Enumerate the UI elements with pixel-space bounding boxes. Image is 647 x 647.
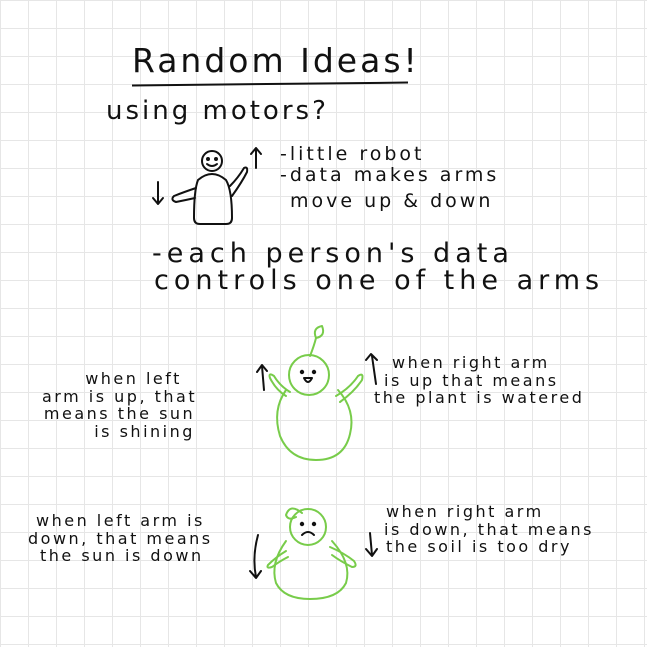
robot-body <box>193 173 233 225</box>
plant-left-arm-up <box>268 373 291 397</box>
robot-left-arm <box>171 187 197 203</box>
caption-line: the sun is down <box>40 546 204 566</box>
up-arrow-icon <box>250 147 262 169</box>
robot-note-1: -little robot <box>280 143 425 165</box>
caption-line: the plant is watered <box>374 388 585 408</box>
plant-right-arm-up <box>335 373 364 403</box>
sprout-stem <box>309 337 317 357</box>
caption-line: is shining <box>94 421 195 441</box>
caption-line: arm is up, that <box>42 386 198 406</box>
plant-head <box>289 508 327 546</box>
sad-right-caption: when right arm is down, that means the s… <box>384 503 594 556</box>
down-arrow-icon <box>152 181 164 205</box>
robot-head <box>201 150 223 172</box>
caption-line: when right arm <box>392 353 550 372</box>
caption-line: when left arm is <box>36 511 205 530</box>
sprout-leaf <box>313 325 325 339</box>
open-mouth <box>303 377 313 383</box>
caption-line: is down, that means <box>384 519 594 539</box>
caption-line: when right arm <box>386 502 544 521</box>
robot-note-3: move up & down <box>290 190 494 212</box>
frown-mouth <box>301 531 315 536</box>
caption-line: when left <box>85 369 182 388</box>
page-title: Random Ideas! <box>132 41 420 80</box>
subtitle: using motors? <box>106 96 329 126</box>
right-down-arrow-icon <box>365 532 378 557</box>
caption-line: down, that means <box>28 528 213 548</box>
caption-line: is up that means <box>384 370 559 390</box>
robot-right-arm <box>229 166 249 197</box>
plant-body <box>276 389 353 461</box>
caption-line: means the sun <box>43 404 196 424</box>
left-down-arrow-icon <box>249 534 262 579</box>
robot-figure <box>152 147 262 225</box>
left-up-arrow-icon <box>256 364 268 391</box>
caption-line: the soil is too dry <box>386 537 572 557</box>
plant-head <box>288 354 330 396</box>
person-note-1: -each person's data <box>152 238 514 269</box>
sad-left-caption: when left arm is down, that means the su… <box>28 512 213 565</box>
happy-plant-figure <box>256 325 378 461</box>
person-note-2: controls one of the arms <box>154 265 605 296</box>
happy-right-caption: when right arm is up that means the plan… <box>374 354 584 407</box>
happy-left-caption: when left arm is up, that means the sun … <box>42 370 197 440</box>
sad-plant-figure <box>249 507 378 600</box>
title-underline <box>131 81 409 87</box>
robot-note-2: -data makes arms <box>280 164 500 186</box>
